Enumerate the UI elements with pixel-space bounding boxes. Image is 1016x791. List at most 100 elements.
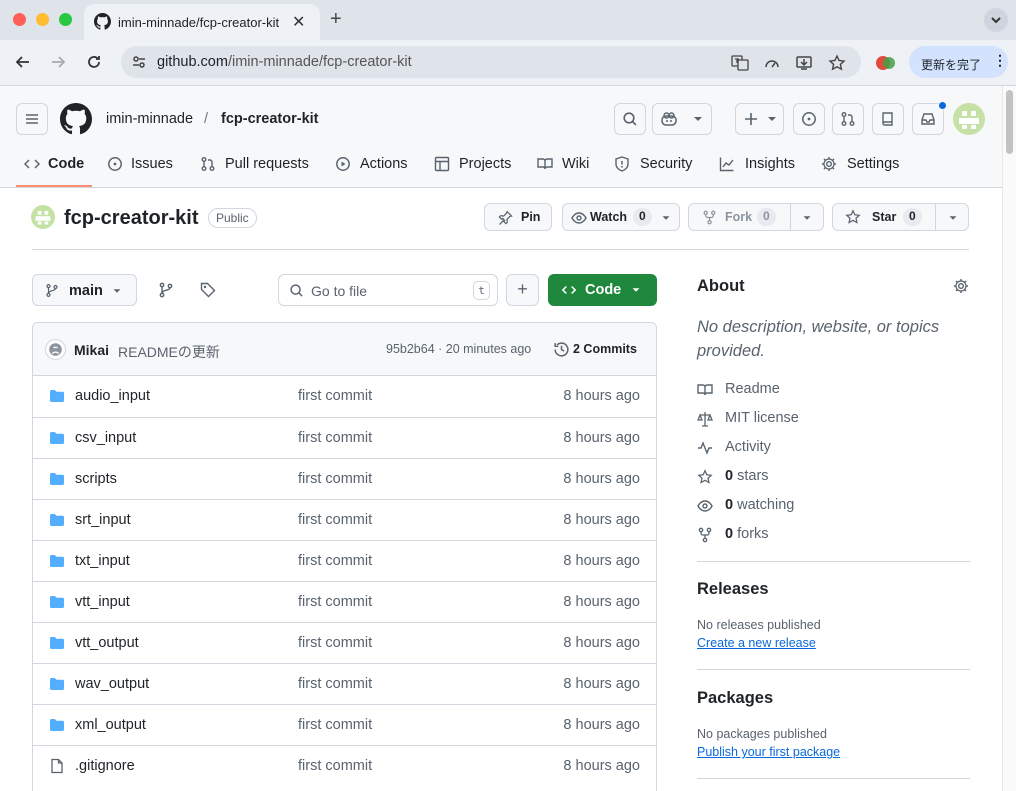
button-divider [790, 204, 791, 230]
commit-message[interactable]: first commit [298, 594, 372, 610]
commit-message[interactable]: first commit [298, 635, 372, 651]
packages-heading[interactable]: Packages [697, 689, 773, 708]
file-name[interactable]: audio_input [75, 388, 150, 404]
button-divider [935, 204, 936, 230]
file-name[interactable]: txt_input [75, 553, 130, 569]
table-row[interactable]: vtt_output first commit 8 hours ago [33, 622, 656, 663]
file-name[interactable]: scripts [75, 471, 117, 487]
code-icon [24, 159, 40, 169]
commits-link[interactable]: 2 Commits [573, 342, 637, 356]
extension-icon[interactable] [875, 53, 897, 73]
github-logo-icon[interactable] [60, 103, 92, 135]
page-scrollbar[interactable] [1002, 86, 1016, 791]
fork-count: 0 [757, 208, 776, 226]
update-button[interactable]: 更新を完了 ⋮ [909, 46, 1008, 78]
translate-icon[interactable] [731, 54, 749, 72]
inbox-button[interactable] [912, 101, 947, 135]
reload-icon[interactable] [84, 52, 104, 72]
commit-message[interactable]: first commit [298, 553, 372, 569]
file-name[interactable]: .gitignore [75, 758, 135, 774]
commit-time: 8 hours ago [563, 676, 640, 692]
table-row[interactable]: .gitignore first commit 8 hours ago [33, 745, 656, 786]
file-name[interactable]: vtt_input [75, 594, 130, 610]
user-avatar[interactable] [953, 103, 985, 135]
site-settings-icon[interactable] [131, 54, 147, 70]
file-name[interactable]: csv_input [75, 430, 136, 446]
code-button[interactable]: Code [548, 274, 657, 306]
install-app-icon[interactable] [795, 54, 813, 72]
code-button-label: Code [585, 282, 622, 298]
fork-button[interactable]: Fork 0 [688, 203, 824, 231]
commit-message[interactable]: first commit [298, 430, 372, 446]
performance-icon[interactable] [763, 54, 781, 72]
table-row[interactable]: audio_input first commit 8 hours ago [33, 376, 656, 417]
folder-icon [49, 512, 65, 532]
create-release-link[interactable]: Create a new release [697, 636, 816, 650]
file-name[interactable]: vtt_output [75, 635, 139, 651]
commit-message[interactable]: first commit [298, 388, 372, 404]
table-row[interactable]: wav_output first commit 8 hours ago [33, 663, 656, 704]
caret-down-icon[interactable] [801, 212, 813, 224]
commit-message[interactable]: first commit [298, 676, 372, 692]
tab-search-button[interactable] [984, 8, 1008, 32]
commit-message[interactable]: first commit [298, 717, 372, 733]
commit-message[interactable]: READMEの更新 [118, 342, 220, 362]
branch-select-button[interactable]: main [32, 274, 137, 306]
forward-arrow-icon[interactable] [48, 52, 68, 72]
folder-icon [49, 553, 65, 573]
pin-button[interactable]: Pin [484, 203, 552, 231]
branches-icon[interactable] [158, 282, 174, 298]
scrollbar-thumb[interactable] [1006, 90, 1013, 154]
browser-menu-icon[interactable]: ⋮ [993, 52, 1007, 69]
commit-message[interactable]: first commit [298, 471, 372, 487]
table-row[interactable]: srt_input first commit 8 hours ago [33, 499, 656, 540]
publish-package-link[interactable]: Publish your first package [697, 745, 840, 759]
commit-message[interactable]: first commit [298, 512, 372, 528]
table-row[interactable]: scripts first commit 8 hours ago [33, 458, 656, 499]
star-button[interactable]: Star 0 [832, 203, 969, 231]
copilot-button[interactable] [652, 103, 712, 135]
author-avatar[interactable] [45, 339, 66, 360]
table-row[interactable]: vtt_input first commit 8 hours ago [33, 581, 656, 622]
commit-author[interactable]: Mikai [74, 342, 109, 358]
repositories-button[interactable] [872, 103, 904, 135]
file-name[interactable]: wav_output [75, 676, 149, 692]
file-name[interactable]: xml_output [75, 717, 146, 733]
commit-time: 8 hours ago [563, 471, 640, 487]
table-row[interactable]: xml_output first commit 8 hours ago [33, 704, 656, 745]
releases-heading[interactable]: Releases [697, 580, 769, 599]
repo-title[interactable]: fcp-creator-kit [64, 207, 198, 230]
commit-time: 8 hours ago [563, 758, 640, 774]
go-to-file-input[interactable]: Go to file t [278, 274, 498, 306]
issues-button[interactable] [793, 103, 825, 135]
owner-link[interactable]: imin-minnade [106, 111, 193, 127]
new-tab-icon[interactable]: + [330, 9, 342, 29]
repo-link[interactable]: fcp-creator-kit [221, 111, 319, 127]
commit-sha-time[interactable]: 95b2b64 · 20 minutes ago [386, 342, 531, 356]
menu-button[interactable] [16, 103, 48, 135]
create-new-button[interactable] [735, 103, 784, 135]
close-tab-icon[interactable]: ✕ [292, 12, 305, 32]
add-file-button[interactable]: + [506, 274, 539, 306]
file-table: Mikai READMEの更新 95b2b64 · 20 minutes ago… [32, 322, 657, 791]
table-row[interactable]: csv_input first commit 8 hours ago [33, 417, 656, 458]
tag-icon[interactable] [200, 282, 216, 298]
commit-message[interactable]: first commit [298, 758, 372, 774]
search-button[interactable] [614, 103, 646, 135]
back-arrow-icon[interactable] [13, 52, 33, 72]
fork-label: Fork [725, 210, 753, 224]
zoom-window-button[interactable] [59, 13, 72, 26]
table-row[interactable]: txt_input first commit 8 hours ago [33, 540, 656, 581]
eye-icon [571, 212, 587, 224]
close-window-button[interactable] [13, 13, 26, 26]
watch-button[interactable]: Watch 0 [562, 203, 680, 231]
file-name[interactable]: srt_input [75, 512, 131, 528]
pull-requests-button[interactable] [832, 103, 864, 135]
minimize-window-button[interactable] [36, 13, 49, 26]
browser-tab[interactable]: imin-minnade/fcp-creator-kit ✕ [84, 4, 320, 40]
bookmark-star-icon[interactable] [828, 54, 846, 72]
watching-count: 0 [725, 497, 734, 513]
gear-icon[interactable] [953, 278, 969, 294]
address-bar[interactable]: github.com/imin-minnade/fcp-creator-kit [121, 46, 861, 78]
caret-down-icon[interactable] [947, 212, 959, 224]
